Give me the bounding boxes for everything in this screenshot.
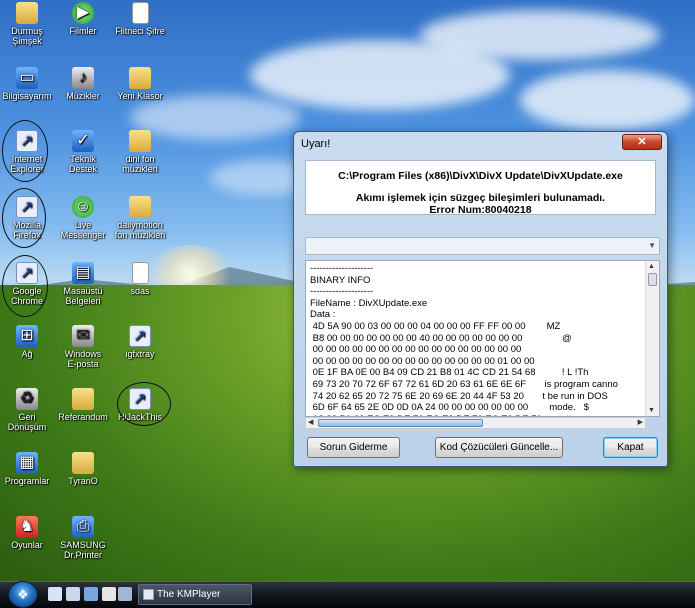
- taskbar-item-label: The KMPlayer: [157, 589, 221, 600]
- printer-icon: ⎙: [72, 516, 94, 538]
- desktop-icon-label: Masaüstü Belgeleri: [63, 286, 103, 306]
- scroll-left-icon[interactable]: ◀: [308, 418, 313, 426]
- dialog-title: Uyarı!: [301, 138, 331, 150]
- folder-icon: [16, 2, 38, 24]
- desktop-icon-tyrano[interactable]: TyranO: [50, 452, 116, 486]
- desktop-icon-igfxtray[interactable]: ↗ igfxtray: [107, 325, 173, 359]
- details-dropdown[interactable]: ▼: [305, 237, 660, 255]
- folder-icon: [72, 388, 94, 410]
- desktop-icon-sdas[interactable]: sdas: [107, 262, 173, 296]
- quicklaunch-desktop-icon[interactable]: [84, 587, 98, 601]
- quicklaunch-ie-icon[interactable]: [48, 587, 62, 601]
- network-icon: ⊞: [16, 325, 38, 347]
- update-codecs-button[interactable]: Kod Çözücüleri Güncelle...: [435, 437, 563, 458]
- error-number-text: Error Num:80040218: [429, 204, 532, 216]
- scroll-down-icon[interactable]: ▼: [648, 407, 655, 414]
- desktop-icon-label: Filmler: [69, 26, 97, 36]
- desktop-icon-label: TyranO: [68, 476, 98, 486]
- desktop-icon-label: Bilgisayarım: [2, 91, 52, 101]
- desktop-icon-label: Yeni Klasör: [117, 91, 163, 101]
- folder-icon: [129, 196, 151, 218]
- desktop-icon-samsung-dr-printer[interactable]: ⎙ SAMSUNG Dr.Printer: [50, 516, 116, 560]
- highlight-circle: [117, 382, 171, 426]
- binary-info-text: -------------------- BINARY INFO -------…: [310, 263, 618, 416]
- mail-icon: ✉: [72, 325, 94, 347]
- vertical-scrollbar[interactable]: ▲ ▼: [645, 261, 659, 416]
- shortcut-icon: ↗: [129, 325, 151, 347]
- programs-icon: ▦: [16, 452, 38, 474]
- checklist-icon: ✓: [72, 130, 94, 152]
- desktop-icon-label: Müzikler: [66, 91, 100, 101]
- highlight-circle: [2, 120, 48, 182]
- file-path-text: C:\Program Files (x86)\DivX\DivX Update\…: [338, 170, 623, 182]
- folder-icon: [129, 67, 151, 89]
- highlight-circle: [2, 188, 46, 248]
- desktop-icon-label: dailymotion fon müzikleri: [114, 220, 166, 240]
- close-button[interactable]: Kapat: [603, 437, 658, 458]
- dialog-close-button[interactable]: ✕: [622, 134, 662, 150]
- recycle-bin-icon: ♻: [16, 388, 38, 410]
- document-icon: [131, 262, 149, 284]
- desktop-icon-label: Teknik Destek: [68, 154, 97, 174]
- binary-info-textbox[interactable]: -------------------- BINARY INFO -------…: [305, 260, 660, 417]
- wallpaper-cloud: [420, 10, 660, 60]
- scroll-thumb[interactable]: [648, 273, 657, 286]
- scroll-right-icon[interactable]: ▶: [638, 418, 643, 426]
- kmplayer-icon: [143, 589, 154, 600]
- chevron-down-icon: ▼: [648, 241, 656, 250]
- wallpaper-cloud: [520, 70, 695, 130]
- media-play-icon: ▶: [72, 2, 94, 24]
- music-folder-icon: ♪: [72, 67, 94, 89]
- documents-icon: ▤: [72, 262, 94, 284]
- desktop-icon-label: Geri Dönüşüm: [7, 412, 47, 432]
- quicklaunch-app-icon[interactable]: [102, 587, 116, 601]
- highlight-circle: [2, 255, 48, 317]
- quicklaunch-shortcut-icon[interactable]: [66, 587, 80, 601]
- quicklaunch-window-icon[interactable]: [118, 587, 132, 601]
- horizontal-scrollbar[interactable]: ◀ ▶: [305, 417, 646, 429]
- desktop-icon-label: Flitneci Şifre: [115, 26, 165, 36]
- folder-icon: [72, 452, 94, 474]
- desktop-icon-label: Referandum: [58, 412, 108, 422]
- start-button[interactable]: ❖: [8, 581, 38, 608]
- desktop-icon-label: Live Messenger: [60, 220, 106, 240]
- document-icon: [131, 2, 149, 24]
- scroll-up-icon[interactable]: ▲: [648, 263, 655, 270]
- desktop-icon-label: igfxtray: [125, 349, 155, 359]
- desktop-icon-label: Oyunlar: [11, 540, 43, 550]
- desktop-icon-label: dini fon müzikleri: [122, 154, 158, 174]
- taskbar-item-kmplayer[interactable]: The KMPlayer: [138, 584, 252, 605]
- desktop-icon-label: sdas: [130, 286, 150, 296]
- desktop-icon-label: Programlar: [4, 476, 50, 486]
- messenger-icon: ☺: [72, 196, 94, 218]
- troubleshoot-button[interactable]: Sorun Giderme: [307, 437, 400, 458]
- desktop-icon-label: Durmuş Şimşek: [11, 26, 43, 46]
- games-icon: ♞: [16, 516, 38, 538]
- desktop-icon-flitneci-sifre[interactable]: Flitneci Şifre: [107, 2, 173, 36]
- folder-icon: [129, 130, 151, 152]
- desktop-icon-yeni-klasor[interactable]: Yeni Klasör: [107, 67, 173, 101]
- error-message-box: C:\Program Files (x86)\DivX\DivX Update\…: [305, 160, 656, 216]
- desktop-icon-label: SAMSUNG Dr.Printer: [60, 540, 106, 560]
- computer-icon: ▭: [16, 67, 38, 89]
- scroll-thumb[interactable]: [318, 419, 483, 427]
- warning-dialog: Uyarı! ✕ C:\Program Files (x86)\DivX\Div…: [293, 131, 668, 467]
- error-text: Akımı işlemek için süzgeç bileşimleri bu…: [355, 192, 606, 204]
- desktop-icon-dailymotion-fon-muzikleri[interactable]: dailymotion fon müzikleri: [107, 196, 173, 240]
- desktop-icon-label: Ağ: [21, 349, 33, 359]
- desktop-icon-dini-fon-muzikleri[interactable]: dini fon müzikleri: [107, 130, 173, 174]
- desktop-icon-label: Windows E-posta: [64, 349, 102, 369]
